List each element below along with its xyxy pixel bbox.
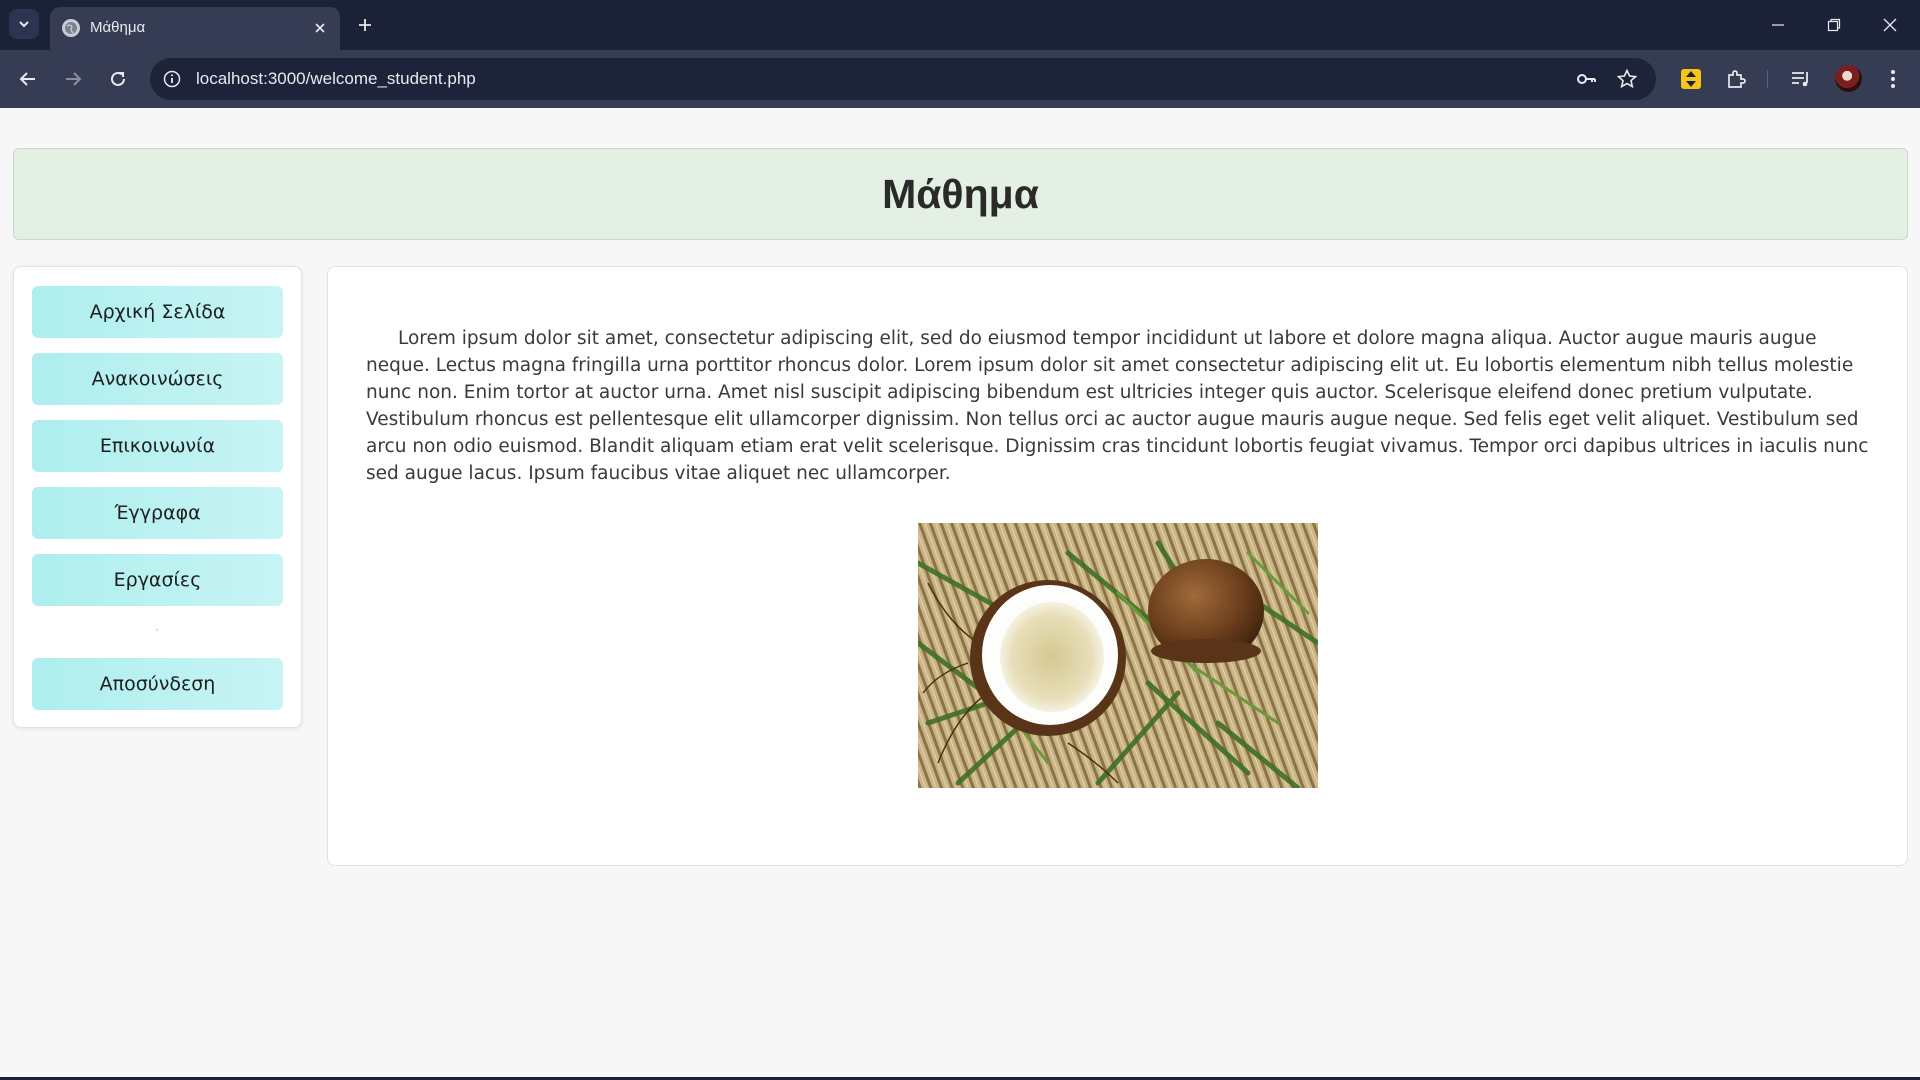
arrow-right-icon xyxy=(66,72,82,86)
tab-close-icon[interactable] xyxy=(310,18,330,38)
close-icon xyxy=(1883,18,1897,32)
bookmark-star-icon[interactable] xyxy=(1616,68,1638,90)
main-content: Lorem ipsum dolor sit amet, consectetur … xyxy=(327,266,1908,866)
back-button[interactable] xyxy=(13,64,43,94)
lesson-body-text: Lorem ipsum dolor sit amet, consectetur … xyxy=(366,328,1869,484)
browser-toolbar: localhost:3000/welcome_student.php xyxy=(0,50,1920,108)
sidebar-nav: Αρχική Σελίδα Ανακοινώσεις Επικοινωνία Έ… xyxy=(13,266,302,728)
restore-icon xyxy=(1827,18,1841,32)
browser-tab-active[interactable]: Μάθημα xyxy=(50,7,340,50)
sidebar-item-documents[interactable]: Έγγραφα xyxy=(32,487,283,539)
chevron-down-icon xyxy=(19,21,29,28)
extension-yellow-icon[interactable] xyxy=(1678,66,1704,92)
minimize-icon xyxy=(1772,24,1784,26)
plus-icon xyxy=(359,19,371,31)
page-title: Μάθημα xyxy=(882,170,1039,217)
sidebar-item-assignments[interactable]: Εργασίες xyxy=(32,554,283,606)
logout-button[interactable]: Αποσύνδεση xyxy=(32,658,283,710)
sidebar-divider xyxy=(156,629,158,631)
tab-search-button[interactable] xyxy=(9,9,39,39)
sidebar-item-contact[interactable]: Επικοινωνία xyxy=(32,420,283,472)
url-text: localhost:3000/welcome_student.php xyxy=(196,69,476,88)
minimize-button[interactable] xyxy=(1750,0,1806,50)
more-menu-icon[interactable] xyxy=(1880,66,1906,92)
extensions-puzzle-icon[interactable] xyxy=(1723,66,1749,92)
restore-button[interactable] xyxy=(1806,0,1862,50)
new-tab-button[interactable] xyxy=(352,12,378,38)
forward-button[interactable] xyxy=(58,64,88,94)
reload-icon xyxy=(111,71,125,86)
media-queue-icon[interactable] xyxy=(1788,66,1814,92)
reload-button[interactable] xyxy=(103,64,133,94)
page-viewport: Μάθημα Αρχική Σελίδα Ανακοινώσεις Επικοι… xyxy=(0,108,1920,1078)
info-icon[interactable] xyxy=(162,69,182,89)
page-header: Μάθημα xyxy=(13,148,1908,240)
globe-icon xyxy=(62,19,80,37)
toolbar-separator xyxy=(1767,70,1768,88)
sidebar-item-announcements[interactable]: Ανακοινώσεις xyxy=(32,353,283,405)
browser-tab-bar: Μάθημα xyxy=(0,0,1920,50)
arrow-left-icon xyxy=(19,72,35,86)
profile-avatar[interactable] xyxy=(1835,65,1862,92)
tab-title: Μάθημα xyxy=(90,19,146,36)
password-key-icon[interactable] xyxy=(1575,68,1597,90)
sidebar-item-home[interactable]: Αρχική Σελίδα xyxy=(32,286,283,338)
address-bar[interactable]: localhost:3000/welcome_student.php xyxy=(150,58,1656,100)
coconut-photo xyxy=(918,523,1318,788)
close-window-button[interactable] xyxy=(1862,0,1918,50)
